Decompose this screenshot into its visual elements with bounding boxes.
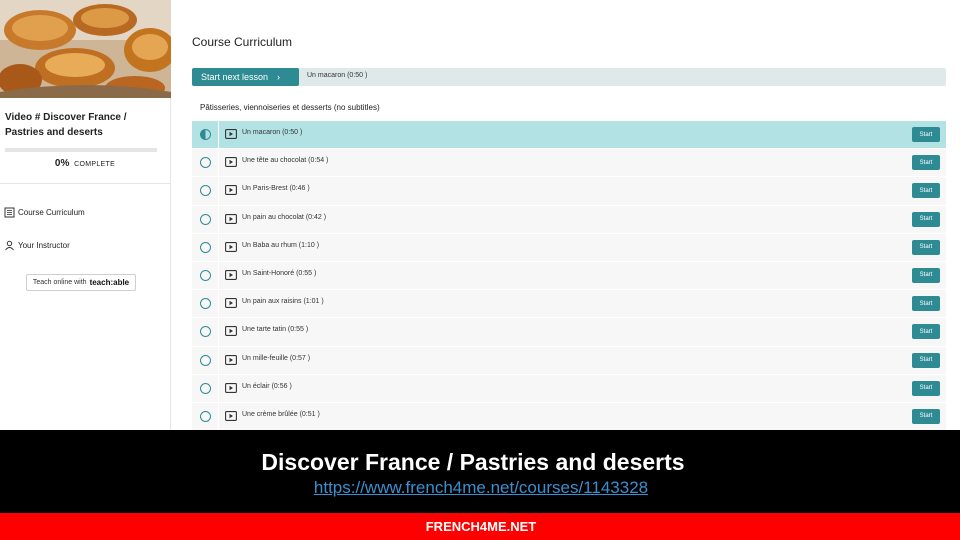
progress-bar xyxy=(5,148,157,152)
incomplete-circle-icon xyxy=(200,298,211,310)
in-progress-icon xyxy=(200,129,211,140)
row-divider xyxy=(218,290,219,318)
lesson-row[interactable]: Un mille-feuille (0:57 ) Start xyxy=(192,346,946,375)
video-icon xyxy=(225,298,237,309)
page-title: Course Curriculum xyxy=(192,35,293,49)
brand-name: FRENCH4ME.NET xyxy=(425,519,537,534)
start-next-lesson-button[interactable]: Start next lesson › xyxy=(192,68,299,86)
screen: Video # Discover France / Pastries and d… xyxy=(0,0,960,540)
sidebar-item-label: Your Instructor xyxy=(18,241,70,250)
row-divider xyxy=(218,374,219,402)
next-lesson-title: Un macaron (0:50 ) xyxy=(307,72,368,79)
video-icon xyxy=(225,326,237,337)
next-lesson-bar: Start next lesson › Un macaron (0:50 ) xyxy=(192,68,946,86)
section-title: Pâtisseries, viennoiseries et desserts (… xyxy=(200,103,380,112)
start-button[interactable]: Start xyxy=(912,324,940,340)
incomplete-circle-icon xyxy=(200,354,211,366)
video-icon xyxy=(225,354,237,365)
lesson-title: Une crème brûlée (0:51 ) xyxy=(242,410,320,418)
lesson-row[interactable]: Un Saint-Honoré (0:55 ) Start xyxy=(192,261,946,291)
sidebar-item-your-instructor[interactable]: Your Instructor xyxy=(0,229,170,262)
banner-title: Discover France / Pastries and deserts xyxy=(261,449,685,475)
lesson-row[interactable]: Une tête au chocolat (0:54 ) Start xyxy=(192,149,946,178)
title-banner: Discover France / Pastries and deserts h… xyxy=(0,430,960,513)
sidebar: Video # Discover France / Pastries and d… xyxy=(0,0,171,430)
video-icon xyxy=(225,410,237,421)
incomplete-circle-icon xyxy=(200,410,211,422)
video-icon xyxy=(225,129,237,139)
brand-banner: FRENCH4ME.NET xyxy=(0,513,960,540)
complete-label: COMPLETE xyxy=(74,161,116,168)
main-content: Course Curriculum Start next lesson › Un… xyxy=(171,0,960,432)
lesson-title: Une tête au chocolat (0:54 ) xyxy=(242,157,329,165)
start-button[interactable]: Start xyxy=(912,155,940,171)
progress-label: 0% COMPLETE xyxy=(0,158,170,169)
croissants-image xyxy=(0,0,171,98)
lesson-row[interactable]: Un macaron (0:50 ) Start xyxy=(192,121,946,150)
start-button[interactable]: Start xyxy=(912,267,940,283)
video-icon xyxy=(225,157,237,168)
lesson-title: Un Saint-Honoré (0:55 ) xyxy=(242,269,317,277)
row-divider xyxy=(218,177,219,205)
incomplete-circle-icon xyxy=(200,326,211,338)
course-url-link[interactable]: https://www.french4me.net/courses/114332… xyxy=(0,478,960,498)
lesson-row[interactable]: Un éclair (0:56 ) Start xyxy=(192,374,946,403)
video-icon xyxy=(225,213,237,224)
incomplete-circle-icon xyxy=(200,185,211,197)
incomplete-circle-icon xyxy=(200,213,211,225)
video-icon xyxy=(225,269,237,280)
incomplete-circle-icon xyxy=(200,382,211,394)
person-icon xyxy=(5,240,14,251)
lesson-title: Un pain au chocolat (0:42 ) xyxy=(242,213,327,221)
sidebar-divider xyxy=(0,183,170,184)
lesson-title: Un Paris-Brest (0:46 ) xyxy=(242,185,310,193)
lesson-row[interactable]: Un Paris-Brest (0:46 ) Start xyxy=(192,177,946,206)
row-divider xyxy=(218,149,219,177)
lesson-row[interactable]: Un Baba au rhum (1:10 ) Start xyxy=(192,233,946,262)
video-icon xyxy=(225,185,237,196)
lesson-title: Un Baba au rhum (1:10 ) xyxy=(242,241,320,249)
chevron-right-icon: › xyxy=(277,72,281,82)
start-button[interactable]: Start xyxy=(912,380,940,396)
video-icon xyxy=(225,382,237,393)
progress-percent: 0% xyxy=(54,158,70,169)
start-button[interactable]: Start xyxy=(912,239,940,255)
teachable-logo: teach:able xyxy=(89,278,130,287)
start-button[interactable]: Start xyxy=(912,127,940,142)
start-button[interactable]: Start xyxy=(912,296,940,312)
sidebar-item-course-curriculum[interactable]: Course Curriculum xyxy=(0,196,170,229)
row-divider xyxy=(218,402,219,431)
teach-prefix: Teach online with xyxy=(32,279,87,286)
lesson-row[interactable]: Un pain au chocolat (0:42 ) Start xyxy=(192,205,946,234)
row-divider xyxy=(218,205,219,233)
start-button[interactable]: Start xyxy=(912,352,940,368)
start-button[interactable]: Start xyxy=(912,183,940,199)
lesson-title: Un pain aux raisins (1:01 ) xyxy=(242,298,324,306)
start-button[interactable]: Start xyxy=(912,408,940,424)
lesson-title: Une tarte tatin (0:55 ) xyxy=(242,326,309,334)
lesson-title: Un éclair (0:56 ) xyxy=(242,382,292,390)
incomplete-circle-icon xyxy=(200,241,211,253)
lesson-row[interactable]: Une tarte tatin (0:55 ) Start xyxy=(192,318,946,347)
row-divider xyxy=(218,261,219,290)
row-divider xyxy=(218,318,219,346)
course-thumbnail xyxy=(0,0,171,98)
course-title: Video # Discover France / Pastries and d… xyxy=(5,112,127,138)
row-divider xyxy=(218,346,219,374)
lesson-row[interactable]: Un pain aux raisins (1:01 ) Start xyxy=(192,290,946,319)
lesson-list: Un macaron (0:50 ) Start Une tête au choco… xyxy=(192,121,946,432)
sidebar-item-label: Course Curriculum xyxy=(18,208,85,217)
lesson-row[interactable]: Une crème brûlée (0:51 ) Start xyxy=(192,402,946,432)
row-divider xyxy=(218,121,219,149)
list-icon xyxy=(4,207,15,218)
start-next-lesson-label: Start next lesson xyxy=(201,72,269,82)
lesson-title: Un mille-feuille (0:57 ) xyxy=(242,354,311,362)
lesson-title: Un macaron (0:50 ) xyxy=(242,129,303,136)
teachable-link[interactable]: Teach online with teach:able xyxy=(26,274,136,291)
start-button[interactable]: Start xyxy=(912,211,940,227)
incomplete-circle-icon xyxy=(200,269,211,281)
incomplete-circle-icon xyxy=(200,157,211,169)
video-icon xyxy=(225,241,237,252)
row-divider xyxy=(218,233,219,261)
